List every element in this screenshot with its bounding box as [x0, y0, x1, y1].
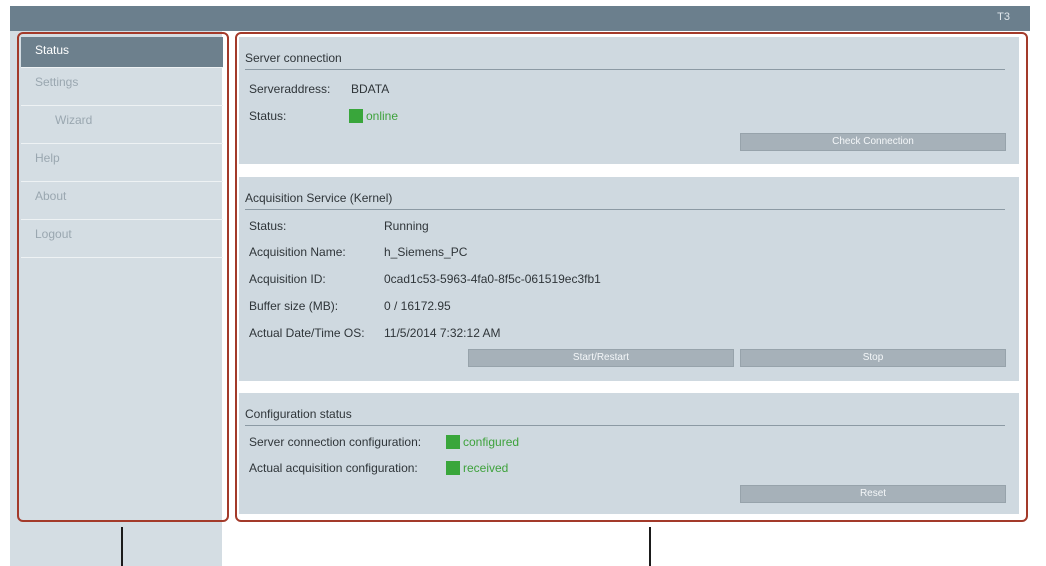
corner-label: T3 [997, 11, 1010, 23]
top-bar: T3 [10, 6, 1030, 31]
sidebar-callout-line [121, 527, 123, 566]
main-content-highlight-frame [235, 32, 1028, 522]
sidebar-highlight-frame [17, 32, 229, 522]
main-callout-line [649, 527, 651, 566]
